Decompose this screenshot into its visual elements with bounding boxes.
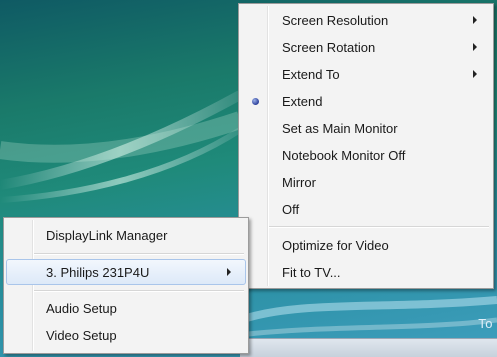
menu-separator [34,290,244,292]
menu-item-label: Screen Rotation [282,39,376,55]
menu-item-label: DisplayLink Manager [46,227,168,243]
taskbar[interactable] [240,338,497,357]
menu-item-mirror[interactable]: Mirror [241,170,491,194]
menu-item-philips-monitor[interactable]: 3. Philips 231P4U [6,259,246,285]
menu-item-label: Extend [282,93,323,109]
menu-item-screen-resolution[interactable]: Screen Resolution [241,8,491,32]
submenu-arrow-icon [473,43,477,51]
menu-item-label: Fit to TV... [282,264,341,280]
menu-item-label: Screen Resolution [282,12,389,28]
menu-item-label: Optimize for Video [282,237,389,253]
submenu-arrow-icon [473,70,477,78]
menu-item-set-as-main-monitor[interactable]: Set as Main Monitor [241,116,491,140]
menu-item-extend-to[interactable]: Extend To [241,62,491,86]
menu-item-extend[interactable]: Extend [241,89,491,113]
menu-item-screen-rotation[interactable]: Screen Rotation [241,35,491,59]
menu-item-notebook-monitor-off[interactable]: Notebook Monitor Off [241,143,491,167]
monitor-menu: DisplayLink Manager 3. Philips 231P4U Au… [3,217,249,354]
menu-item-label: Mirror [282,174,316,190]
menu-item-displaylink-manager[interactable]: DisplayLink Manager [6,223,246,247]
menu-item-optimize-for-video[interactable]: Optimize for Video [241,233,491,257]
menu-item-fit-to-tv[interactable]: Fit to TV... [241,260,491,284]
menu-item-label: Audio Setup [46,300,117,316]
submenu-arrow-icon [473,16,477,24]
menu-item-off[interactable]: Off [241,197,491,221]
menu-item-label: Extend To [282,66,340,82]
menu-item-label: 3. Philips 231P4U [46,264,150,280]
radio-selected-icon [252,97,259,105]
menu-item-label: Notebook Monitor Off [282,147,406,163]
menu-item-audio-setup[interactable]: Audio Setup [6,296,246,320]
desktop-tray-text: To [478,316,493,331]
menu-separator [269,226,489,228]
submenu-arrow-icon [227,268,231,276]
menu-item-label: Off [282,201,300,217]
displaylink-context-menu: Screen Resolution Screen Rotation Extend… [238,3,494,289]
menu-item-video-setup[interactable]: Video Setup [6,323,246,347]
menu-separator [34,253,244,255]
menu-item-label: Set as Main Monitor [282,120,398,136]
menu-item-label: Video Setup [46,327,117,343]
